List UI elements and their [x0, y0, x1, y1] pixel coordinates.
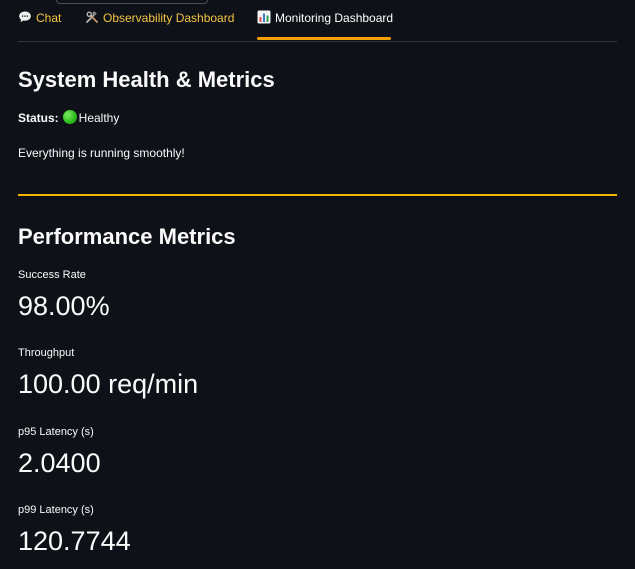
metric-value-p99-latency: 120.7744 — [18, 526, 131, 556]
green-circle-icon — [62, 110, 77, 124]
status-message: Everything is running smoothly! — [18, 146, 185, 160]
metric-label-p95-latency: p95 Latency (s) — [18, 426, 94, 438]
section-divider — [18, 194, 617, 196]
status-value: Healthy — [78, 111, 120, 125]
performance-metrics-title: Performance Metrics — [18, 224, 236, 249]
bar-chart-icon — [257, 10, 271, 24]
tab-bar: Chat Observability Dashboard Monitoring … — [18, 0, 617, 42]
system-health-title: System Health & Metrics — [18, 67, 275, 92]
metric-value-p95-latency: 2.0400 — [18, 448, 101, 478]
tab-chat[interactable]: Chat — [18, 10, 61, 40]
metric-value-throughput: 100.00 req/min — [18, 369, 199, 399]
metric-label-success-rate: Success Rate — [18, 269, 86, 281]
tab-observability-label: Observability Dashboard — [103, 11, 235, 25]
metric-label-throughput: Throughput — [18, 347, 75, 359]
metric-label-p99-latency: p99 Latency (s) — [18, 504, 94, 516]
active-tab-indicator — [257, 37, 391, 40]
status-line: Status: Healthy — [18, 110, 119, 126]
tab-chat-label: Chat — [36, 11, 62, 25]
tab-observability-dashboard[interactable]: Observability Dashboard — [85, 10, 234, 40]
monitoring-page: Chat Observability Dashboard Monitoring … — [0, 0, 635, 569]
tab-monitoring-label: Monitoring Dashboard — [275, 11, 394, 25]
speech-bubble-icon — [18, 10, 32, 24]
status-label: Status: — [18, 111, 59, 125]
hammer-and-wrench-icon — [85, 10, 99, 24]
metric-value-success-rate: 98.00% — [18, 291, 110, 321]
tab-monitoring-dashboard[interactable]: Monitoring Dashboard — [257, 10, 393, 40]
